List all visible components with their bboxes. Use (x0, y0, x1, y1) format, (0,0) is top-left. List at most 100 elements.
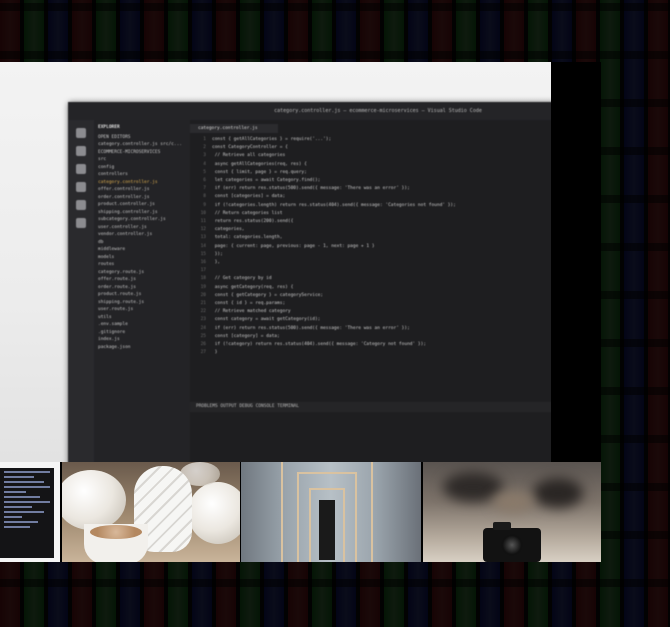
explorer-file-item: .gitignore (98, 329, 126, 335)
camera-table-thumbnail[interactable] (423, 462, 601, 562)
explorer-file-item: shipping.controller.js (98, 209, 158, 215)
panel-tabs: PROBLEMS OUTPUT DEBUG CONSOLE TERMINAL (190, 402, 551, 412)
activity-bar (68, 120, 94, 462)
explorer-file-item: category.controller.js (98, 179, 158, 185)
line-number: 23 (200, 317, 206, 323)
code-text: async getAllCategories(req, res) { (212, 161, 307, 167)
debug-icon (76, 182, 86, 192)
image-gallery: category.controller.js — ecommerce-micro… (0, 62, 601, 562)
explorer-file-item: OPEN EDITORS (98, 134, 131, 140)
code-screen-image (0, 468, 54, 558)
code-screen-thumbnail[interactable] (0, 462, 60, 562)
code-text: } (212, 350, 218, 356)
line-number: 13 (200, 235, 206, 241)
window-title: category.controller.js — ecommerce-micro… (68, 102, 551, 120)
explorer-file-item: ECOMMERCE-MICROSERVICES (98, 149, 161, 155)
code-line: 10 // Return categories list (190, 210, 551, 218)
coffee-image (90, 525, 142, 539)
line-number: 3 (203, 153, 206, 159)
explorer-file-item: index.js (98, 337, 120, 342)
code-line: 20 const { getCategory } = categoryServi… (190, 292, 551, 300)
line-number: 18 (200, 276, 206, 282)
code-text: let categories = await Category.find(); (212, 178, 321, 184)
line-number: 5 (203, 169, 206, 175)
bokeh-blob (533, 478, 583, 508)
explorer-sidebar: EXPLORER OPEN EDITORS category.controller… (94, 120, 190, 462)
code-line: 23 const category = await getCategory(id… (190, 316, 551, 324)
explorer-file-item: package.json (98, 344, 131, 350)
code-line: 13 total: categories.length, (190, 234, 551, 242)
code-line: 26 if (!category) return res.status(404)… (190, 341, 551, 349)
thumbnail-strip (0, 462, 601, 562)
line-number: 25 (200, 333, 206, 339)
explorer-file-item: models (98, 254, 115, 260)
explorer-file-item: utils (98, 314, 112, 320)
files-icon (76, 128, 86, 138)
code-text: const CategoryController = { (212, 145, 288, 151)
explorer-header: EXPLORER (98, 125, 120, 130)
camera-top (493, 522, 511, 530)
line-number: 6 (203, 178, 206, 184)
stairwell-thumbnail[interactable] (241, 462, 421, 562)
code-line: 4 async getAllCategories(req, res) { (190, 161, 551, 169)
code-line: 7 if (err) return res.status(500).send({… (190, 185, 551, 193)
pumpkins-coffee-thumbnail[interactable] (62, 462, 240, 562)
code-line: 15 }); (190, 251, 551, 259)
code-lines: 1 const { getAllCategories } = require('.… (190, 136, 551, 357)
explorer-file-item: vendor.controller.js (98, 232, 153, 237)
camera-lens (501, 534, 523, 556)
main-image-code-editor[interactable]: category.controller.js — ecommerce-micro… (0, 62, 551, 462)
explorer-file-item: product.controller.js (98, 202, 155, 207)
line-number: 10 (200, 210, 206, 216)
code-line: 2 const CategoryController = { (190, 144, 551, 152)
explorer-file-item: user.route.js (98, 307, 134, 312)
code-line: 12 categories, (190, 226, 551, 234)
line-number: 15 (200, 251, 206, 257)
code-text: const category = await getCategory(id); (212, 317, 321, 323)
code-text: if (!category) return res.status(404).se… (212, 342, 427, 348)
code-line: 8 const [categories] = data; (190, 193, 551, 201)
code-text: const { id } = req.params; (212, 301, 286, 307)
explorer-file-item: shipping.route.js (98, 299, 145, 305)
extensions-icon (76, 200, 86, 210)
explorer-file-item: middleware (98, 247, 126, 252)
code-line: 18 // Get category by id (190, 275, 551, 283)
code-text: return res.status(200).send({ (212, 219, 294, 225)
explorer-file-item: .env.sample (98, 322, 128, 327)
remote-icon (76, 218, 86, 228)
line-number: 12 (200, 227, 206, 233)
explorer-file-item: offer.controller.js (98, 187, 150, 192)
search-icon (76, 146, 86, 156)
code-text: const { getCategory } = categoryService; (212, 292, 324, 298)
line-number: 17 (200, 268, 206, 274)
explorer-file-item: config (98, 164, 115, 170)
line-number: 14 (200, 243, 206, 249)
line-number: 8 (203, 194, 206, 200)
code-text: if (err) return res.status(500).send({ m… (212, 325, 410, 331)
code-line: 27 } (190, 349, 551, 357)
explorer-file-item: subcategory.controller.js (98, 217, 166, 222)
explorer-file-item: offer.route.js (98, 277, 136, 282)
code-line: 19 async getCategory(req, res) { (190, 284, 551, 292)
code-text: if (err) return res.status(500).send({ m… (212, 186, 410, 192)
code-text: total: categories.length, (212, 235, 283, 241)
explorer-file-item: controllers (98, 172, 128, 177)
explorer-file-item: src (98, 157, 107, 162)
line-number: 16 (200, 260, 206, 266)
code-line: 17 (190, 267, 551, 275)
line-number: 7 (203, 186, 206, 192)
line-number: 9 (203, 202, 206, 208)
code-line: 24 if (err) return res.status(500).send(… (190, 325, 551, 333)
explorer-file-item: product.route.js (98, 292, 142, 297)
code-text: // Get category by id (212, 276, 272, 282)
editor-tab: category.controller.js (190, 124, 278, 133)
explorer-file-item: order.route.js (98, 284, 136, 290)
code-text: const [category] = data; (212, 333, 280, 339)
line-number: 21 (200, 301, 206, 307)
stairwell-core (319, 500, 335, 560)
code-line: 16 }, (190, 259, 551, 267)
explorer-file-item: category.controller.js src/c... (98, 142, 182, 147)
explorer-file-item: routes (98, 262, 115, 267)
code-line: 3 // Retrieve all categories (190, 152, 551, 160)
explorer-file-list: OPEN EDITORS category.controller.js src/c… (98, 134, 186, 352)
